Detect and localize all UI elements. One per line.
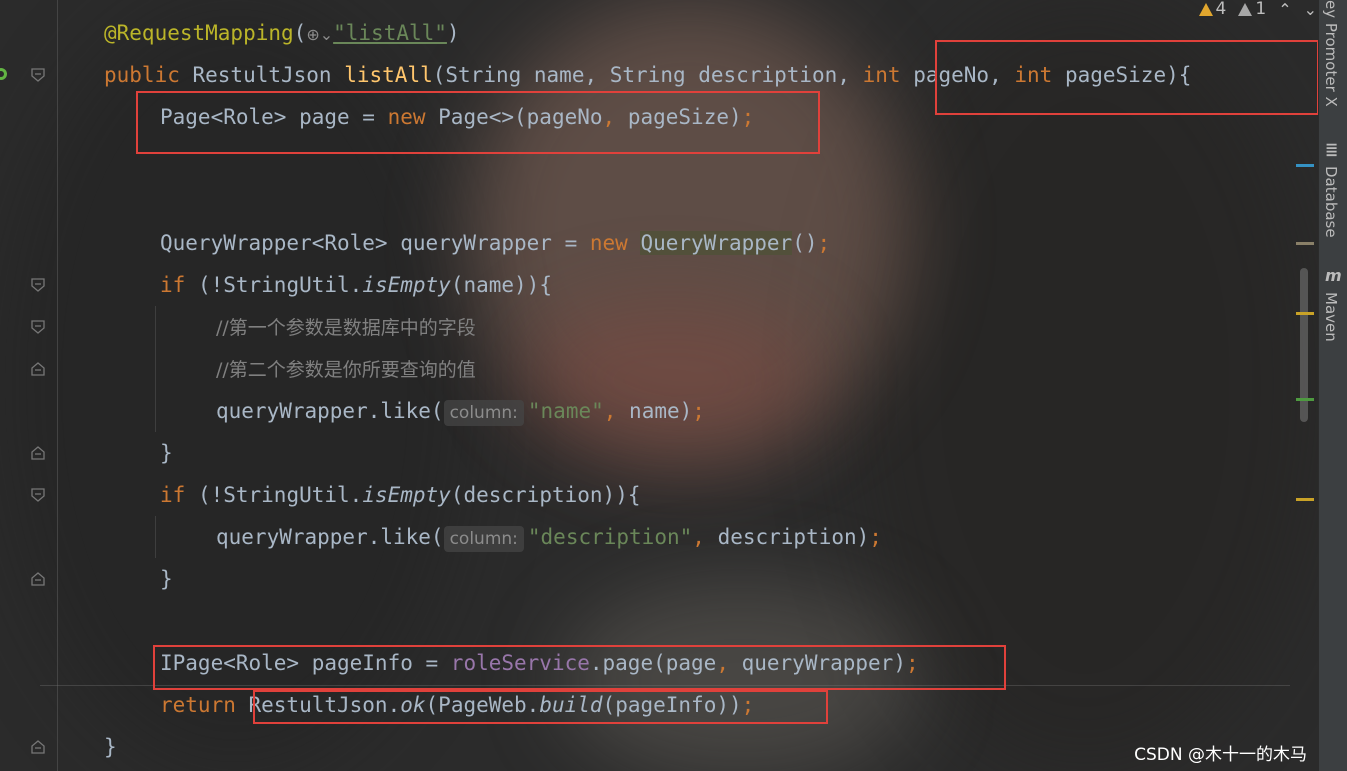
keyword-token: public xyxy=(104,63,180,87)
semicolon-token: ; xyxy=(692,399,705,423)
code-token: (!StringUtil. xyxy=(185,273,363,297)
weak-warnings-count-label: 1 xyxy=(1255,0,1267,19)
code-token: () xyxy=(792,231,818,255)
code-token: (description)){ xyxy=(450,483,641,507)
code-line-11[interactable]: } xyxy=(160,440,173,466)
highlighted-token: QueryWrapper xyxy=(640,231,793,255)
highlight-box-pageinfo xyxy=(153,645,1006,690)
brace-token: } xyxy=(104,735,117,759)
code-line-18[interactable]: } xyxy=(104,734,117,760)
warnings-count[interactable]: 4 xyxy=(1198,0,1227,19)
code-token: (!StringUtil. xyxy=(185,483,363,507)
weak-warning-icon xyxy=(1238,2,1253,16)
parameter-hint: column: xyxy=(443,400,524,426)
editor-scrollbar[interactable] xyxy=(1290,0,1318,771)
brace-token: } xyxy=(160,441,173,465)
keyword-token: return xyxy=(160,693,236,717)
warnings-count-label: 4 xyxy=(1215,0,1227,19)
static-method-token: isEmpty xyxy=(362,483,451,507)
string-token: "description" xyxy=(527,525,693,549)
comment-token: //第二个参数是你所要查询的值 xyxy=(216,359,476,381)
highlight-box-return xyxy=(253,690,828,724)
highlight-box-page xyxy=(136,91,820,154)
keyword-token: new xyxy=(589,231,628,255)
comment-token: //第一个参数是数据库中的字段 xyxy=(216,317,476,339)
right-tool-sidebar: ey Promoter X ≣ Database m Maven xyxy=(1318,0,1347,771)
keyword-token: if xyxy=(160,483,186,507)
comma-token: , xyxy=(603,399,617,423)
code-token: name) xyxy=(616,399,693,423)
string-token: "name" xyxy=(527,399,604,423)
static-method-token: isEmpty xyxy=(362,273,451,297)
paren-token: ( xyxy=(293,21,307,45)
code-line-9[interactable]: //第二个参数是你所要查询的值 xyxy=(216,356,476,382)
globe-icon[interactable]: ⊕⌄ xyxy=(306,25,333,44)
highlight-box-params xyxy=(935,40,1319,115)
annotation-token: @RequestMapping xyxy=(104,21,294,45)
code-line-7[interactable]: if (!StringUtil.isEmpty(name)){ xyxy=(160,272,552,298)
brace-token: } xyxy=(160,567,173,591)
warning-marker[interactable] xyxy=(1296,498,1314,501)
semicolon-token: ; xyxy=(817,231,831,255)
code-line-8[interactable]: //第一个参数是数据库中的字段 xyxy=(216,314,476,340)
code-token: queryWrapper.like( xyxy=(216,399,444,423)
warning-marker[interactable] xyxy=(1296,312,1314,315)
weak-warnings-count[interactable]: 1 xyxy=(1238,0,1266,19)
code-editor[interactable]: @RequestMapping(⊕⌄"listAll") public Rest… xyxy=(0,0,1319,771)
warning-icon xyxy=(1198,2,1213,16)
code-line-10[interactable]: queryWrapper.like(column: "name", name); xyxy=(216,398,705,426)
tab-database[interactable]: Database xyxy=(1322,166,1340,238)
parameter-hint: column: xyxy=(443,526,524,552)
tab-maven[interactable]: Maven xyxy=(1322,292,1340,342)
code-token: QueryWrapper<Role> queryWrapper = xyxy=(160,231,590,255)
comma-token: , xyxy=(692,525,705,549)
semicolon-token: ; xyxy=(869,525,882,549)
code-line-12[interactable]: if (!StringUtil.isEmpty(description)){ xyxy=(160,482,640,508)
database-icon[interactable]: ≣ xyxy=(1325,140,1338,159)
change-marker[interactable] xyxy=(1296,242,1314,245)
csdn-watermark: CSDN @木十一的木马 xyxy=(1134,745,1307,765)
maven-icon[interactable]: m xyxy=(1325,266,1342,285)
code-token: (name)){ xyxy=(450,273,552,297)
tab-key-promoter[interactable]: ey Promoter X xyxy=(1322,0,1340,107)
change-marker[interactable] xyxy=(1296,164,1314,167)
type-token: RestultJson xyxy=(179,63,345,87)
string-token: "listAll" xyxy=(333,21,447,45)
paren-token: ) xyxy=(446,21,460,45)
code-line-13[interactable]: queryWrapper.like(column: "description", … xyxy=(216,524,882,552)
method-name-token: listAll xyxy=(344,63,433,87)
keyword-token: int xyxy=(862,63,901,87)
keyword-token: if xyxy=(160,273,186,297)
params-token: (String name, String description, xyxy=(432,63,863,87)
code-token: description) xyxy=(704,525,870,549)
code-line-14[interactable]: } xyxy=(160,566,173,592)
change-marker[interactable] xyxy=(1296,398,1314,401)
code-token: queryWrapper.like( xyxy=(216,525,444,549)
code-line-1[interactable]: @RequestMapping(⊕⌄"listAll") xyxy=(104,20,460,46)
code-line-6[interactable]: QueryWrapper<Role> queryWrapper = new Qu… xyxy=(160,230,830,256)
